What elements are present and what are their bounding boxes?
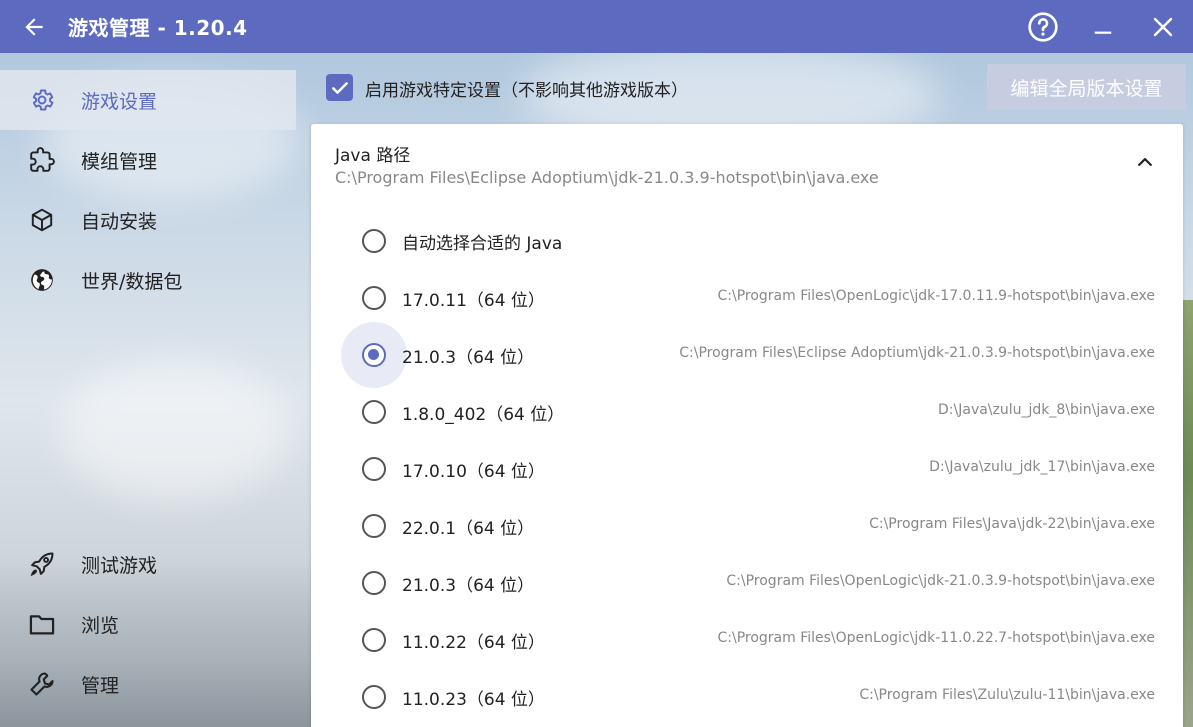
radio-button[interactable] — [362, 513, 386, 538]
radio-button[interactable] — [362, 684, 386, 709]
java-current-path: C:\Program Files\Eclipse Adoptium\jdk-21… — [335, 168, 879, 187]
radio-button[interactable] — [362, 228, 386, 253]
window-title: 游戏管理 - 1.20.4 — [68, 16, 248, 40]
radio-button[interactable] — [362, 285, 386, 310]
java-option-path: D:\Java\zulu_jdk_8\bin\java.exe — [938, 402, 1155, 418]
help-button[interactable] — [1013, 0, 1073, 53]
java-option-label: 17.0.11（64 位） — [402, 291, 545, 311]
java-option-selected[interactable]: 21.0.3（64 位） C:\Program Files\Eclipse Ad… — [311, 322, 1183, 388]
rocket-icon — [28, 550, 56, 578]
java-path-header[interactable]: Java 路径 C:\Program Files\Eclipse Adoptiu… — [311, 124, 1183, 204]
title-bar: 游戏管理 - 1.20.4 — [0, 0, 1193, 53]
java-option-label: 17.0.10（64 位） — [402, 462, 545, 482]
sidebar-item-label: 自动安装 — [81, 210, 158, 233]
java-option[interactable]: 1.8.0_402（64 位） D:\Java\zulu_jdk_8\bin\j… — [311, 383, 1183, 440]
sidebar: 游戏设置 模组管理 自动安装 世界/数据包 测试游戏 浏览 管理 — [0, 70, 296, 727]
java-option-label: 22.0.1（64 位） — [402, 519, 535, 539]
sidebar-item-label: 模组管理 — [81, 150, 158, 173]
chevron-up-icon — [1138, 158, 1152, 166]
minimize-icon — [1094, 31, 1112, 34]
arrow-left-icon — [25, 17, 43, 36]
java-option-label: 21.0.3（64 位） — [402, 348, 535, 368]
gear-icon — [28, 86, 56, 114]
close-icon — [1153, 17, 1173, 36]
globe-icon — [28, 266, 56, 294]
enable-specific-checkbox[interactable] — [326, 74, 353, 101]
java-option-path: C:\Program Files\OpenLogic\jdk-17.0.11.9… — [717, 288, 1155, 304]
java-option-label: 11.0.23（64 位） — [402, 690, 545, 710]
java-option-path: C:\Program Files\Eclipse Adoptium\jdk-21… — [679, 345, 1155, 361]
java-option[interactable]: 11.0.22（64 位） C:\Program Files\OpenLogic… — [311, 611, 1183, 668]
java-option[interactable]: 自动选择合适的 Java — [311, 212, 1183, 269]
java-option-label: 21.0.3（64 位） — [402, 576, 535, 596]
sidebar-item-label: 管理 — [81, 674, 120, 697]
radio-button[interactable] — [362, 456, 386, 481]
java-option-path: C:\Program Files\Java\jdk-22\bin\java.ex… — [869, 516, 1155, 532]
java-path-title: Java 路径 — [335, 146, 411, 166]
sidebar-item-label: 测试游戏 — [81, 554, 158, 577]
java-option-path: C:\Program Files\OpenLogic\jdk-11.0.22.7… — [717, 630, 1155, 646]
help-icon — [1028, 11, 1058, 42]
java-option-path: D:\Java\zulu_jdk_17\bin\java.exe — [929, 459, 1155, 475]
sidebar-item-label: 浏览 — [81, 614, 120, 637]
sidebar-item-manage[interactable]: 管理 — [0, 654, 296, 714]
radio-button[interactable] — [362, 570, 386, 595]
close-button[interactable] — [1133, 0, 1193, 53]
radio-button-selected[interactable] — [362, 342, 386, 367]
java-option[interactable]: 22.0.1（64 位） C:\Program Files\Java\jdk-2… — [311, 497, 1183, 554]
sidebar-item-test-game[interactable]: 测试游戏 — [0, 534, 296, 594]
java-option-label: 1.8.0_402（64 位） — [402, 405, 565, 425]
check-icon — [331, 81, 348, 94]
java-option-label: 11.0.22（64 位） — [402, 633, 545, 653]
radio-button[interactable] — [362, 627, 386, 652]
sidebar-item-worlds[interactable]: 世界/数据包 — [0, 250, 296, 310]
java-option-path: C:\Program Files\OpenLogic\jdk-21.0.3.9-… — [726, 573, 1155, 589]
java-path-card: Java 路径 C:\Program Files\Eclipse Adoptiu… — [311, 124, 1183, 727]
sidebar-item-game-settings[interactable]: 游戏设置 — [0, 70, 296, 130]
java-option[interactable]: 21.0.3（64 位） C:\Program Files\OpenLogic\… — [311, 554, 1183, 611]
java-option-label: 自动选择合适的 Java — [402, 234, 563, 254]
minimize-button[interactable] — [1073, 0, 1133, 53]
cube-icon — [28, 206, 56, 234]
sidebar-item-browse[interactable]: 浏览 — [0, 594, 296, 654]
java-option[interactable]: 17.0.11（64 位） C:\Program Files\OpenLogic… — [311, 269, 1183, 326]
enable-specific-label: 启用游戏特定设置（不影响其他游戏版本） — [365, 81, 688, 101]
wrench-icon — [28, 670, 56, 698]
puzzle-icon — [28, 146, 56, 174]
sidebar-item-mod-management[interactable]: 模组管理 — [0, 130, 296, 190]
java-option-path: C:\Program Files\Zulu\zulu-11\bin\java.e… — [859, 687, 1155, 703]
back-button[interactable] — [0, 0, 68, 53]
java-option[interactable]: 11.0.23（64 位） C:\Program Files\Zulu\zulu… — [311, 668, 1183, 725]
java-option[interactable]: 17.0.10（64 位） D:\Java\zulu_jdk_17\bin\ja… — [311, 440, 1183, 497]
edit-global-settings-button[interactable]: 编辑全局版本设置 — [987, 64, 1186, 110]
sidebar-item-label: 游戏设置 — [81, 90, 158, 113]
radio-button[interactable] — [362, 399, 386, 424]
sidebar-item-auto-install[interactable]: 自动安装 — [0, 190, 296, 250]
folder-icon — [28, 610, 56, 638]
sidebar-item-label: 世界/数据包 — [81, 270, 183, 293]
